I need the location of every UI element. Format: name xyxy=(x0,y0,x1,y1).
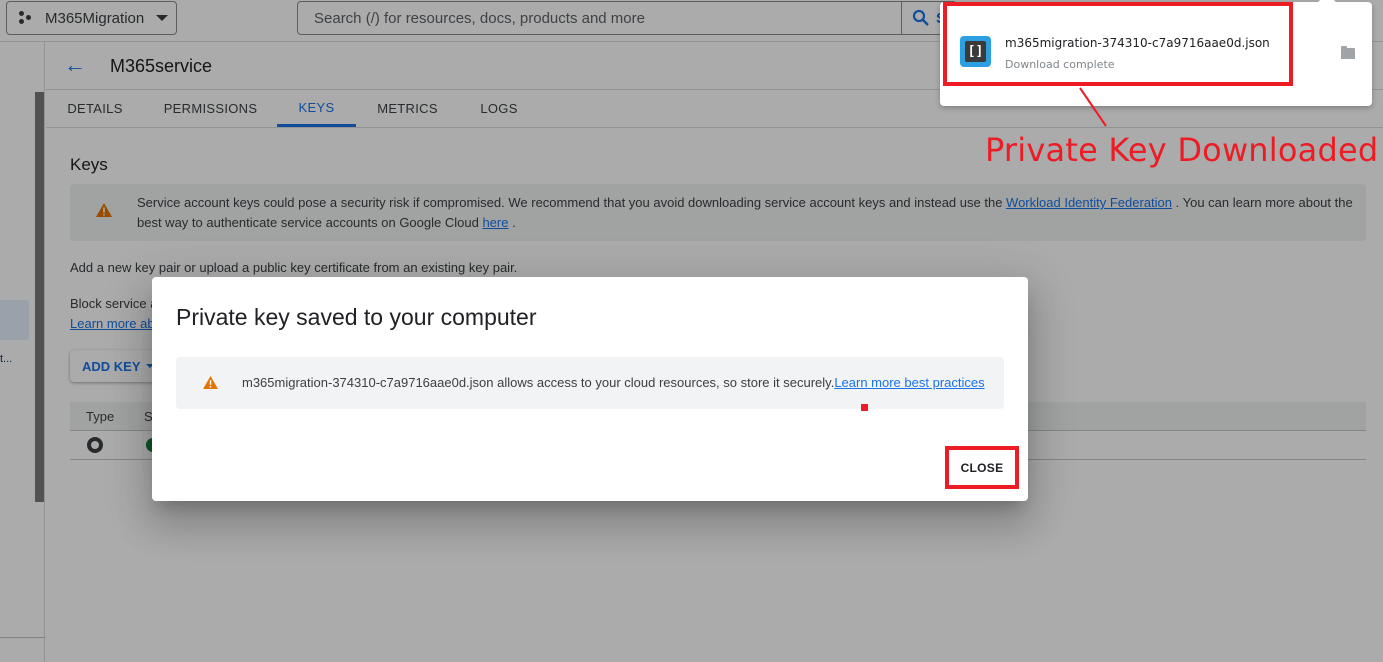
annotation-label: Private Key Downloaded xyxy=(985,131,1379,169)
note-text: m365migration-374310-c7a9716aae0d.json a… xyxy=(242,375,835,390)
dialog-note: m365migration-374310-c7a9716aae0d.json a… xyxy=(176,357,1004,409)
annotation-dot xyxy=(861,404,868,411)
brackets-app-icon: [] xyxy=(960,36,991,67)
learn-best-practices-link[interactable]: Learn more best practices xyxy=(834,375,984,390)
download-filename: m365migration-374310-c7a9716aae0d.json xyxy=(1005,36,1270,50)
dialog-title: Private key saved to your computer xyxy=(176,304,537,330)
download-item[interactable]: [] m365migration-374310-c7a9716aae0d.jso… xyxy=(943,2,1293,86)
folder-icon[interactable] xyxy=(1341,46,1355,59)
warning-icon xyxy=(203,376,218,389)
close-button[interactable]: CLOSE xyxy=(945,446,1019,489)
private-key-dialog: Private key saved to your computer m365m… xyxy=(152,277,1028,501)
dialog-note-text: m365migration-374310-c7a9716aae0d.json a… xyxy=(242,375,985,390)
download-status: Download complete xyxy=(1005,58,1115,71)
